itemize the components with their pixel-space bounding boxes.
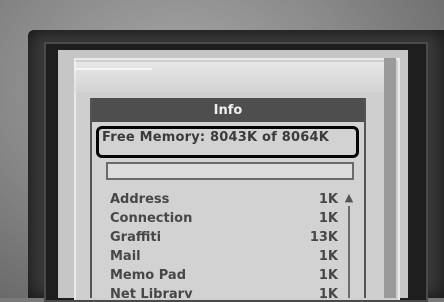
memory-usage-fill (108, 164, 352, 178)
app-size: 1K (318, 211, 338, 226)
app-size-list[interactable]: Address 1K Connection 1K Graffiti 13K Ma… (110, 192, 340, 298)
dialog-title: Info (92, 98, 364, 122)
app-size: 1K (318, 268, 338, 283)
screen-glare (74, 62, 396, 92)
app-name: Connection (110, 211, 193, 226)
list-item[interactable]: Connection 1K (110, 211, 340, 230)
app-name: Net Library (110, 287, 193, 298)
app-size: 1K (318, 287, 338, 298)
scroll-up-arrow-icon[interactable]: ▲ (344, 192, 354, 204)
list-item[interactable]: Graffiti 13K (110, 230, 340, 249)
app-size: 1K (318, 249, 338, 264)
app-name: Memo Pad (110, 268, 187, 283)
list-item[interactable]: Address 1K (110, 192, 340, 211)
info-dialog: Info Free Memory: 8043K of 8064K Address… (90, 98, 366, 298)
list-item[interactable]: Memo Pad 1K (110, 268, 340, 287)
app-name: Mail (110, 249, 141, 264)
screen-right-edge (384, 58, 396, 298)
app-name: Graffiti (110, 230, 162, 245)
list-scrollbar[interactable]: ▲ (344, 192, 354, 298)
free-memory-text: Free Memory: 8043K of 8064K (102, 130, 330, 145)
list-item[interactable]: Net Library 1K (110, 287, 340, 298)
app-size: 1K (318, 192, 338, 207)
app-size: 13K (309, 230, 338, 245)
app-name: Address (110, 192, 170, 207)
memory-usage-bar (106, 162, 354, 180)
scroll-track[interactable] (348, 206, 350, 298)
list-item[interactable]: Mail 1K (110, 249, 340, 268)
